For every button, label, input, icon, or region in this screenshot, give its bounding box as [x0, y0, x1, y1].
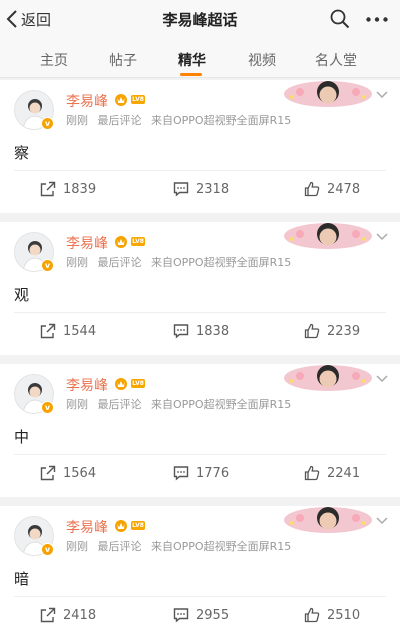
repost-icon	[40, 323, 56, 339]
post-card[interactable]: v 李易峰 LV8 刚刚 最后评论 来自OPPO超视野全面屏R15 中 1564…	[0, 364, 400, 497]
comment-icon	[173, 324, 189, 339]
post-meta: 刚刚 最后评论 来自OPPO超视野全面屏R15	[66, 112, 291, 128]
post-content[interactable]: 中	[14, 426, 29, 447]
level-badge: LV8	[131, 95, 145, 104]
chevron-down-icon[interactable]	[376, 517, 388, 525]
comment-count: 2318	[196, 181, 230, 197]
like-button[interactable]: 2510	[304, 604, 360, 626]
comment-button[interactable]: 2318	[173, 178, 229, 200]
chevron-down-icon[interactable]	[376, 375, 388, 383]
verified-badge-icon: v	[41, 543, 54, 556]
post-meta: 刚刚 最后评论 来自OPPO超视野全面屏R15	[66, 538, 291, 554]
thumbs-up-icon	[304, 465, 320, 481]
post-source: 来自OPPO超视野全面屏R15	[151, 540, 292, 553]
post-card[interactable]: v 李易峰 LV8 刚刚 最后评论 来自OPPO超视野全面屏R15 暗 2418…	[0, 506, 400, 638]
divider	[14, 312, 386, 313]
portrait-decoration-icon	[284, 81, 372, 107]
post-content[interactable]: 察	[14, 142, 29, 163]
portrait-decoration-icon	[284, 223, 372, 249]
post-time: 刚刚	[66, 114, 88, 127]
repost-count: 1544	[63, 323, 97, 339]
tab-home[interactable]: 主页	[24, 50, 84, 70]
like-button[interactable]: 2241	[304, 462, 360, 484]
repost-button[interactable]: 1544	[40, 320, 96, 342]
verified-badge-icon: v	[41, 259, 54, 272]
repost-count: 2418	[63, 607, 97, 623]
divider	[14, 596, 386, 597]
like-count: 2241	[327, 465, 361, 481]
last-comment-label: 最后评论	[97, 398, 142, 411]
crown-icon	[115, 378, 127, 390]
tab-bar: 主页 帖子 精华 视频 名人堂	[0, 38, 400, 78]
post-content[interactable]: 观	[14, 284, 29, 305]
comment-button[interactable]: 1776	[173, 462, 229, 484]
divider	[14, 454, 386, 455]
tab-featured[interactable]: 精华	[162, 50, 222, 70]
verified-badge-icon: v	[41, 401, 54, 414]
post-card[interactable]: v 李易峰 LV8 刚刚 最后评论 来自OPPO超视野全面屏R15 观 1544…	[0, 222, 400, 355]
thumbs-up-icon	[304, 323, 320, 339]
username[interactable]: 李易峰	[66, 233, 108, 253]
tab-videos[interactable]: 视频	[232, 50, 292, 70]
repost-icon	[40, 181, 56, 197]
repost-count: 1564	[63, 465, 97, 481]
tab-hall-of-fame[interactable]: 名人堂	[306, 50, 366, 70]
like-count: 2510	[327, 607, 361, 623]
thumbs-up-icon	[304, 181, 320, 197]
comment-icon	[173, 182, 189, 197]
last-comment-label: 最后评论	[97, 114, 142, 127]
last-comment-label: 最后评论	[97, 540, 142, 553]
verified-badge-icon: v	[41, 117, 54, 130]
post-meta: 刚刚 最后评论 来自OPPO超视野全面屏R15	[66, 254, 291, 270]
portrait-decoration-icon	[284, 507, 372, 533]
username[interactable]: 李易峰	[66, 91, 108, 111]
more-options-icon[interactable]	[366, 17, 388, 22]
crown-icon	[115, 236, 127, 248]
repost-button[interactable]: 1564	[40, 462, 96, 484]
post-source: 来自OPPO超视野全面屏R15	[151, 256, 292, 269]
crown-icon	[115, 94, 127, 106]
comment-button[interactable]: 2955	[173, 604, 229, 626]
post-meta: 刚刚 最后评论 来自OPPO超视野全面屏R15	[66, 396, 291, 412]
tab-posts[interactable]: 帖子	[93, 50, 153, 70]
last-comment-label: 最后评论	[97, 256, 142, 269]
comment-icon	[173, 608, 189, 623]
comment-count: 1838	[196, 323, 230, 339]
username[interactable]: 李易峰	[66, 375, 108, 395]
like-button[interactable]: 2239	[304, 320, 360, 342]
comment-button[interactable]: 1838	[173, 320, 229, 342]
like-button[interactable]: 2478	[304, 178, 360, 200]
like-count: 2478	[327, 181, 361, 197]
thumbs-up-icon	[304, 607, 320, 623]
repost-button[interactable]: 2418	[40, 604, 96, 626]
comment-count: 2955	[196, 607, 230, 623]
portrait-decoration-icon	[284, 365, 372, 391]
like-count: 2239	[327, 323, 361, 339]
divider	[14, 170, 386, 171]
chevron-down-icon[interactable]	[376, 233, 388, 241]
post-card[interactable]: v 李易峰 LV8 刚刚 最后评论 来自OPPO超视野全面屏R15 察 1839…	[0, 80, 400, 213]
username[interactable]: 李易峰	[66, 517, 108, 537]
level-badge: LV8	[131, 521, 145, 530]
top-navigation-bar: 返回 李易峰超话	[0, 0, 400, 38]
post-time: 刚刚	[66, 540, 88, 553]
crown-icon	[115, 520, 127, 532]
comment-count: 1776	[196, 465, 230, 481]
active-tab-indicator	[180, 73, 202, 76]
repost-icon	[40, 465, 56, 481]
chevron-down-icon[interactable]	[376, 91, 388, 99]
comment-icon	[173, 466, 189, 481]
post-time: 刚刚	[66, 398, 88, 411]
post-time: 刚刚	[66, 256, 88, 269]
post-source: 来自OPPO超视野全面屏R15	[151, 398, 292, 411]
search-icon[interactable]	[330, 9, 350, 29]
repost-button[interactable]: 1839	[40, 178, 96, 200]
repost-icon	[40, 607, 56, 623]
repost-count: 1839	[63, 181, 97, 197]
level-badge: LV8	[131, 379, 145, 388]
post-source: 来自OPPO超视野全面屏R15	[151, 114, 292, 127]
level-badge: LV8	[131, 237, 145, 246]
post-content[interactable]: 暗	[14, 568, 29, 589]
